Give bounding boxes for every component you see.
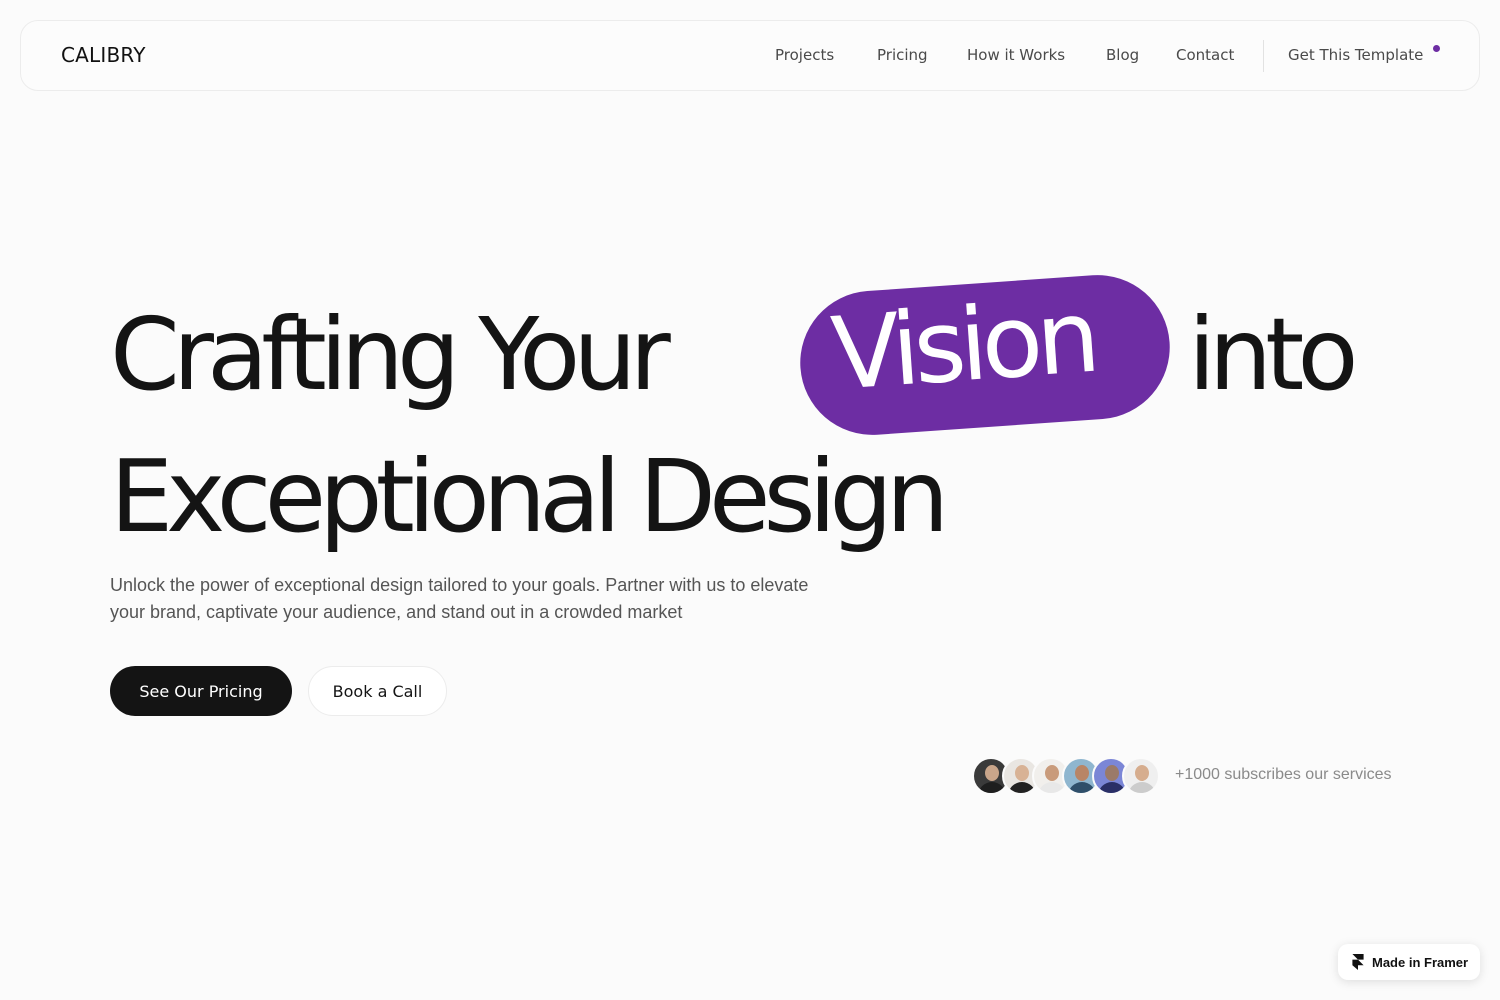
framer-icon <box>1352 954 1364 970</box>
nav-divider <box>1263 40 1264 72</box>
logo[interactable]: CALIBRY <box>61 43 146 67</box>
nav-link-contact[interactable]: Contact <box>1176 46 1234 64</box>
nav-link-blog[interactable]: Blog <box>1106 46 1139 64</box>
nav-link-how-it-works[interactable]: How it Works <box>967 46 1065 64</box>
navbar: CALIBRY Projects Pricing How it Works Bl… <box>20 20 1480 91</box>
nav-link-projects[interactable]: Projects <box>775 46 834 64</box>
made-in-framer-label: Made in Framer <box>1372 955 1469 970</box>
vision-highlight-text: Vision <box>827 277 1098 413</box>
nav-link-pricing[interactable]: Pricing <box>877 46 928 64</box>
subscribers-count-text: +1000 subscribes our services <box>1175 766 1392 783</box>
get-template-link[interactable]: Get This Template <box>1288 46 1423 64</box>
made-in-framer-badge[interactable]: Made in Framer <box>1338 944 1480 980</box>
avatar <box>1122 757 1160 795</box>
headline-line-1-start: Crafting Your <box>110 296 671 413</box>
see-pricing-button[interactable]: See Our Pricing <box>110 666 292 716</box>
hero-subtitle: Unlock the power of exceptional design t… <box>110 575 809 622</box>
book-call-button[interactable]: Book a Call <box>308 666 447 716</box>
notification-dot-icon <box>1433 45 1440 52</box>
headline-line-2: Exceptional Design <box>110 438 949 555</box>
headline-line-1-end: into <box>1188 296 1359 413</box>
